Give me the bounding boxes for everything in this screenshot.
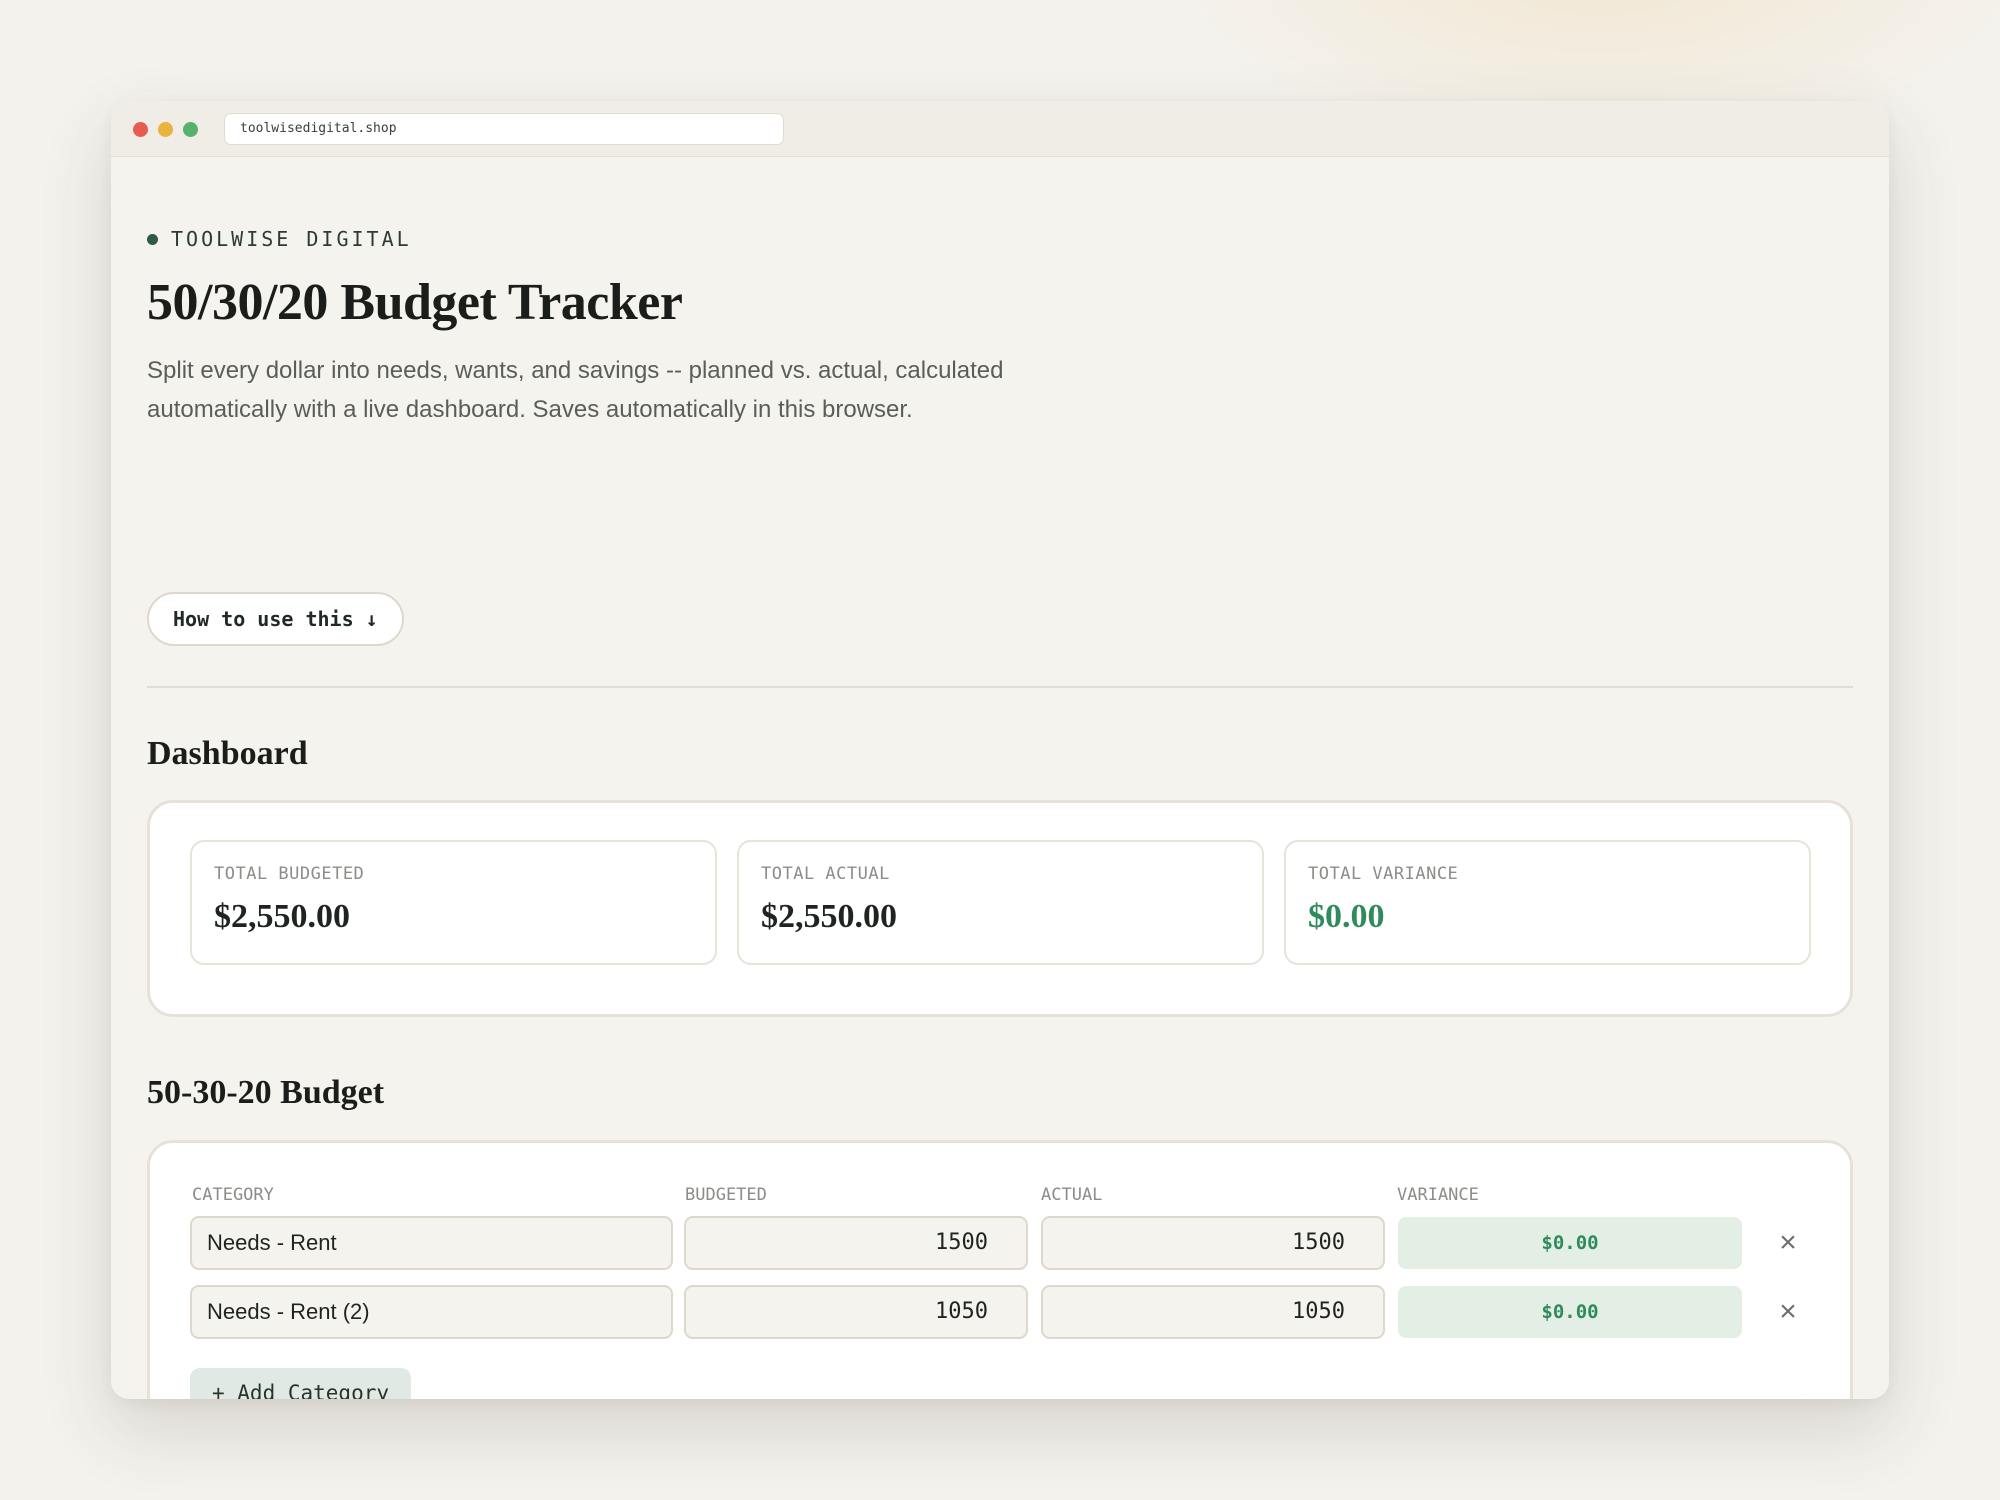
remove-row-icon[interactable]: × [1772, 1227, 1804, 1259]
stat-label: TOTAL VARIANCE [1308, 864, 1459, 884]
browser-chrome: toolwisedigital.shop [111, 101, 1889, 157]
category-input[interactable]: Needs - Rent [190, 1216, 673, 1270]
stat-total-budgeted: TOTAL BUDGETED $2,550.00 [190, 840, 717, 965]
column-header-actual: ACTUAL [1041, 1185, 1103, 1205]
address-bar[interactable]: toolwisedigital.shop [224, 113, 784, 145]
column-header-category: CATEGORY [192, 1185, 274, 1205]
category-input[interactable]: Needs - Rent (2) [190, 1285, 673, 1339]
column-header-budgeted: BUDGETED [685, 1185, 767, 1205]
stat-total-variance: TOTAL VARIANCE $0.00 [1284, 840, 1811, 965]
page-title: 50/30/20 Budget Tracker [147, 274, 683, 331]
how-to-use-button[interactable]: How to use this ↓ [147, 592, 404, 646]
variance-badge: $0.00 [1398, 1217, 1742, 1269]
budgeted-input[interactable]: 1500 [684, 1216, 1028, 1270]
budgeted-input[interactable]: 1050 [684, 1285, 1028, 1339]
dashboard-title: Dashboard [147, 735, 308, 772]
budget-title: 50-30-20 Budget [147, 1074, 385, 1111]
stat-total-actual: TOTAL ACTUAL $2,550.00 [737, 840, 1264, 965]
browser-window: toolwisedigital.shop TOOLWISE DIGITAL 50… [111, 101, 1889, 1399]
remove-row-icon[interactable]: × [1772, 1296, 1804, 1328]
dashboard-panel: TOTAL BUDGETED $2,550.00 TOTAL ACTUAL $2… [147, 800, 1853, 1017]
brand-name: TOOLWISE DIGITAL [171, 227, 412, 251]
actual-input[interactable]: 1050 [1041, 1285, 1385, 1339]
stat-label: TOTAL BUDGETED [214, 864, 365, 884]
brand: TOOLWISE DIGITAL [147, 227, 412, 251]
column-header-variance: VARIANCE [1397, 1185, 1479, 1205]
close-window-dot[interactable] [133, 122, 148, 137]
budget-panel: CATEGORY BUDGETED ACTUAL VARIANCE Needs … [147, 1140, 1853, 1399]
page-description: Split every dollar into needs, wants, an… [147, 357, 1004, 423]
stat-label: TOTAL ACTUAL [761, 864, 890, 884]
minimize-window-dot[interactable] [158, 122, 173, 137]
variance-badge: $0.00 [1398, 1286, 1742, 1338]
maximize-window-dot[interactable] [183, 122, 198, 137]
stat-value: $2,550.00 [214, 898, 350, 935]
stat-value: $0.00 [1308, 898, 1385, 935]
brand-dot-icon [147, 233, 158, 245]
actual-input[interactable]: 1500 [1041, 1216, 1385, 1270]
add-category-button[interactable]: + Add Category [190, 1368, 412, 1399]
stat-value: $2,550.00 [761, 898, 897, 935]
divider [147, 686, 1853, 688]
